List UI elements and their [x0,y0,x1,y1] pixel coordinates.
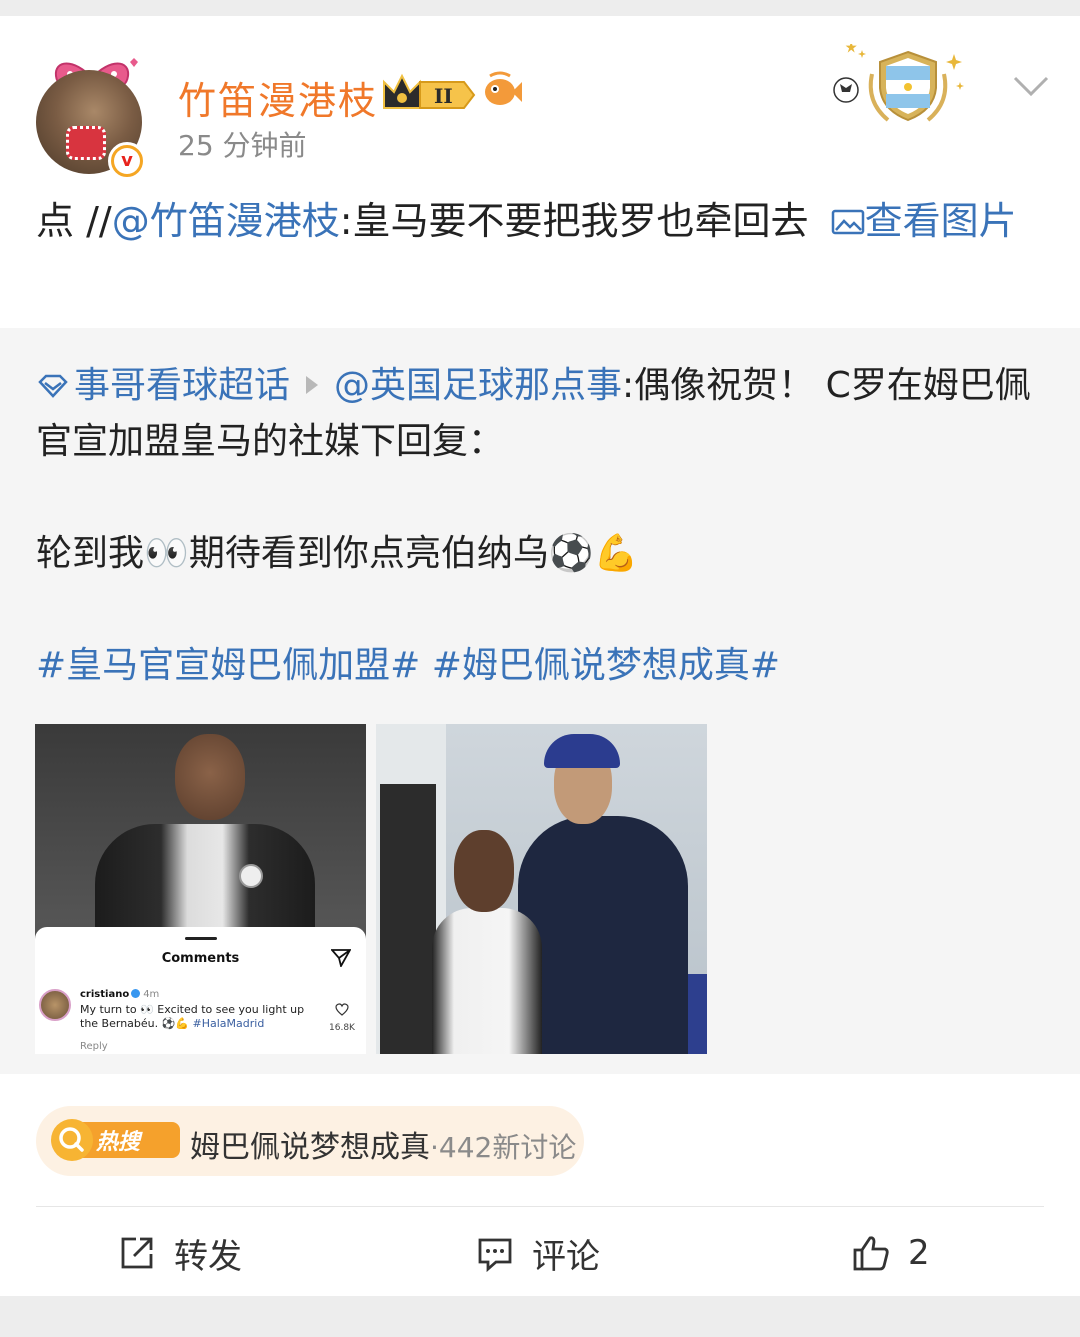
verified-check-icon [131,989,141,998]
photo-door [380,784,436,1054]
repost-body: :皇马要不要把我罗也牵回去 [339,199,821,243]
heart-icon [335,1003,349,1016]
photo-figure-adult [518,816,688,1054]
repost-icon [121,1237,153,1269]
image-icon [831,209,864,235]
post-timestamp: 25 分钟前 [178,129,307,162]
argentina-emblem-icon [833,44,964,122]
photo-cap [544,734,620,768]
action-divider [36,1206,1044,1207]
photo-figure-head [175,734,245,820]
username[interactable]: 竹笛漫港枝 [178,70,378,125]
repost-text: 点 //@竹笛漫港枝:皇马要不要把我罗也牵回去 查看图片 [36,192,1046,250]
view-image-label: 查看图片 [864,199,1017,243]
drag-handle [185,937,217,940]
quoted-reply-text: 轮到我👀期待看到你点亮伯纳乌⚽️💪 [36,533,639,574]
hot-search-badge-icon: 热搜 [51,1119,180,1161]
send-icon [331,949,351,967]
like-icon [853,1236,889,1271]
svg-text:II: II [434,84,453,108]
fish-icon [485,71,522,105]
author-mention-link[interactable]: @英国足球那点事 [334,365,622,406]
svg-text:热搜: 热搜 [95,1130,143,1155]
supertopic-icon [38,374,68,398]
comment-button[interactable]: 评论 [476,1228,600,1278]
repost-label: 转发 [174,1236,242,1277]
view-image-link[interactable]: 查看图片 [821,199,1017,243]
post-image-2[interactable] [376,724,707,1054]
comments-title: Comments [161,951,240,966]
comment-label: 评论 [532,1236,600,1277]
comment-icon [478,1238,512,1272]
commenter-avatar [39,989,71,1021]
hot-search-count: ·442新讨论 [430,1131,577,1164]
quoted-text: 事哥看球超话 @英国足球那点事:偶像祝贺！ C罗在姆巴佩官宣加盟皇马的社媒下回复： [36,358,1046,470]
hot-search-topic: 姆巴佩说梦想成真·442新讨论 [190,1130,577,1165]
weibo-post-card: v 竹笛漫港枝 II 25 分钟前 点 //@竹笛漫港枝:皇马要不要把我罗也牵回… [0,16,1080,1296]
crown-badge-icon: II [383,73,476,109]
supertopic-link[interactable]: 事哥看球超话 [36,365,290,406]
top-separator [0,0,1080,16]
hashtag-links[interactable]: #皇马官宣姆巴佩加盟# #姆巴佩说梦想成真# [36,638,780,694]
verified-badge-icon: v [108,142,146,180]
like-button[interactable]: 2 [852,1228,930,1278]
repost-prefix: 点 // [36,199,112,243]
arrow-right-icon [306,376,319,394]
photo-figure-kid [432,908,542,1054]
like-count: 2 [908,1233,930,1273]
supertopic-label: 事哥看球超话 [74,365,291,406]
club-crest-icon [239,864,263,888]
like-count: 16.8K [329,1023,355,1033]
hot-search-pill[interactable]: 热搜 姆巴佩说梦想成真·442新讨论 [36,1106,584,1176]
post-image-1[interactable]: Comments cristiano 4m My turn to 👀 Excite… [35,724,366,1054]
quoted-post[interactable]: 事哥看球超话 @英国足球那点事:偶像祝贺！ C罗在姆巴佩官宣加盟皇马的社媒下回复：… [0,328,1080,1074]
photo-figure [95,824,315,944]
reply-label: Reply [80,1041,108,1052]
comment-text: My turn to 👀 Excited to see you light up… [80,1003,305,1030]
repost-button[interactable]: 转发 [118,1228,242,1278]
photo-figure-kid-head [454,830,514,912]
commenter-name: cristiano 4m [80,989,160,1000]
instagram-comment-panel: Comments cristiano 4m My turn to 👀 Excite… [35,927,366,1054]
chevron-down-icon[interactable] [1012,74,1050,98]
mention-link[interactable]: @竹笛漫港枝 [112,199,340,243]
bottom-separator [0,1296,1080,1337]
